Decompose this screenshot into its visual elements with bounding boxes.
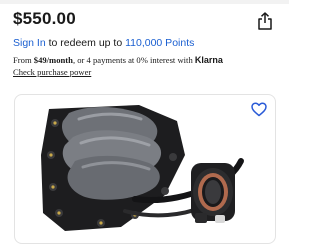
monthly-payment: $49/month: [33, 55, 73, 65]
top-divider: [0, 0, 289, 4]
klarna-logo: Klarna: [194, 55, 223, 65]
share-icon[interactable]: [257, 12, 273, 30]
heart-icon[interactable]: [251, 102, 267, 117]
sign-in-link[interactable]: Sign In: [13, 37, 46, 49]
product-image-card[interactable]: [14, 94, 276, 244]
rewards-line: Sign In to redeem up to 110,000 Points: [13, 37, 194, 49]
intake-manifold-image: [41, 105, 244, 231]
financing-prefix: From: [13, 55, 34, 65]
check-purchase-power-link[interactable]: Check purchase power: [13, 66, 283, 78]
price-row: $550.00: [13, 9, 279, 31]
item-price: $550.00: [13, 9, 76, 28]
financing-terms: , or 4 payments at 0% interest with: [72, 55, 195, 65]
financing-info: From $49/month, or 4 payments at 0% inte…: [13, 54, 283, 78]
points-link[interactable]: 110,000 Points: [125, 37, 194, 49]
rewards-text: to redeem up to: [45, 37, 126, 49]
